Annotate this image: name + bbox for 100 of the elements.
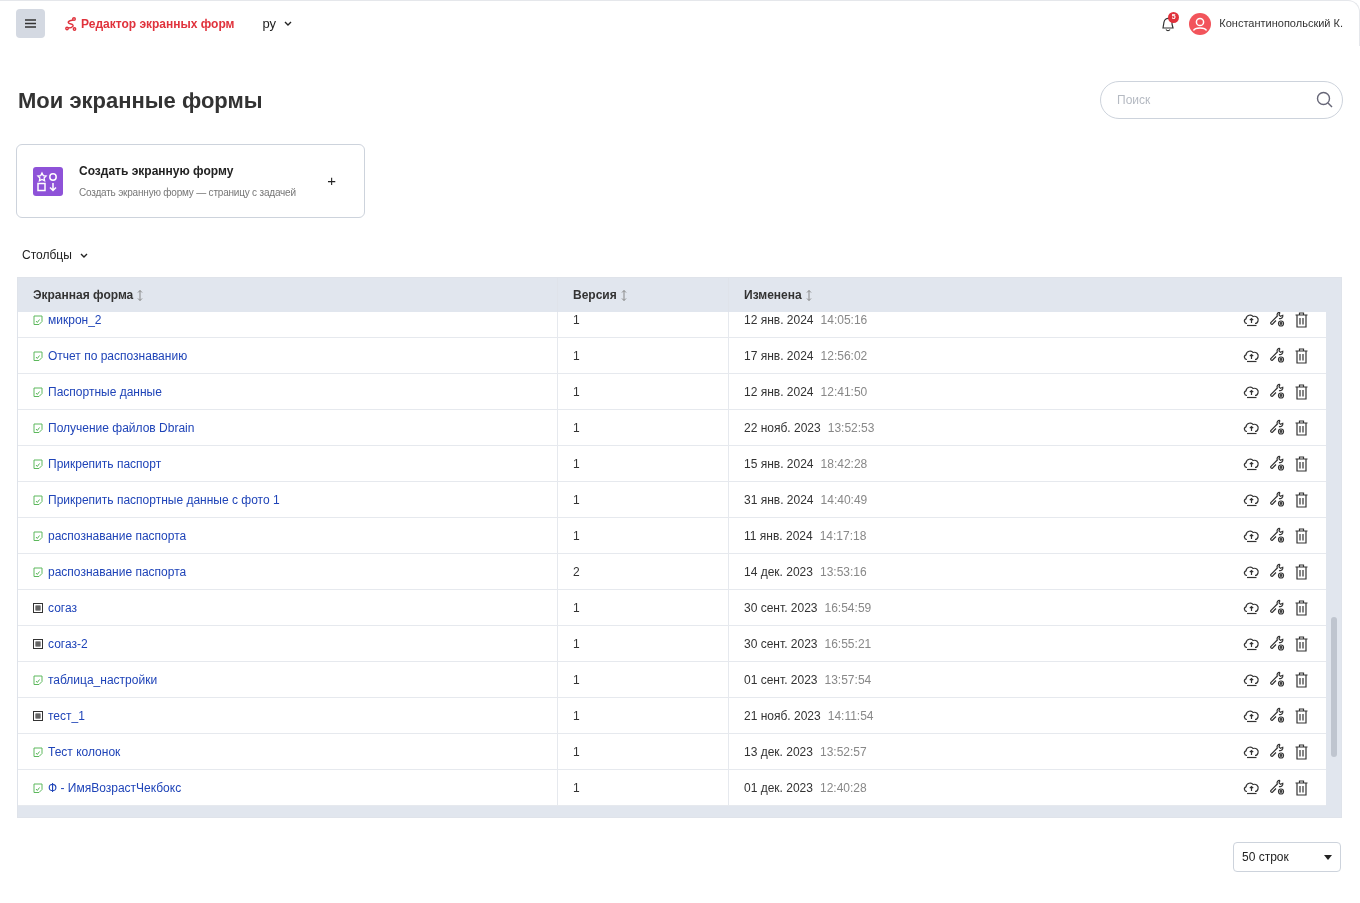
scrollbar-thumb[interactable]	[1331, 617, 1337, 757]
shapes-icon	[33, 166, 63, 196]
form-name-link[interactable]: согаз	[48, 598, 77, 617]
form-name-link[interactable]: таблица_настройки	[48, 670, 158, 689]
cloud-upload-icon[interactable]	[1243, 312, 1260, 327]
cloud-upload-icon[interactable]	[1243, 672, 1260, 687]
version-cell-text: 1	[573, 419, 580, 437]
trash-icon[interactable]	[1295, 491, 1308, 508]
date-text: 12 янв. 2024	[744, 383, 814, 401]
cloud-upload-icon[interactable]	[1243, 600, 1260, 615]
app-title-link[interactable]: Редактор экранных форм	[81, 14, 235, 33]
create-form-card[interactable]: Создать экранную форму Создать экранную форму — страницу с задачей +	[16, 144, 365, 218]
trash-icon[interactable]	[1295, 599, 1308, 616]
form-name-link[interactable]: Отчет по распознаванию	[48, 346, 188, 365]
trash-icon[interactable]	[1295, 312, 1308, 328]
version-cell-text: 1	[573, 743, 580, 761]
form-name-link[interactable]: Паспортные данные	[48, 382, 162, 401]
trash-icon[interactable]	[1295, 671, 1308, 688]
cloud-upload-icon[interactable]	[1243, 528, 1260, 543]
cloud-upload-icon[interactable]	[1243, 564, 1260, 579]
language-dropdown[interactable]: ру	[262, 13, 293, 34]
rows-per-page-dropdown[interactable]: 50 строк	[1233, 842, 1341, 872]
trash-icon[interactable]	[1295, 419, 1308, 436]
date-text: 21 нояб. 2023	[744, 707, 821, 725]
add-button[interactable]: +	[327, 169, 336, 193]
version-cell-text: 1	[573, 527, 580, 545]
trash-icon[interactable]	[1295, 635, 1308, 652]
wrench-gear-icon[interactable]	[1269, 779, 1286, 796]
cloud-upload-icon[interactable]	[1243, 420, 1260, 435]
wrench-gear-icon[interactable]	[1269, 491, 1286, 508]
date-text: 11 янв. 2024	[744, 527, 813, 545]
form-icon	[33, 782, 43, 793]
columns-dropdown[interactable]: Столбцы	[22, 246, 88, 264]
caret-down-icon	[1324, 854, 1332, 860]
wrench-gear-icon[interactable]	[1269, 383, 1286, 400]
form-icon	[33, 566, 43, 577]
trash-icon[interactable]	[1295, 383, 1308, 400]
form-name-link[interactable]: согаз-2	[48, 634, 88, 653]
date-text: 13 дек. 2023	[744, 743, 813, 761]
trash-icon[interactable]	[1295, 455, 1308, 472]
wrench-gear-icon[interactable]	[1269, 671, 1286, 688]
time-text: 12:56:02	[820, 347, 868, 365]
table-icon	[33, 602, 43, 613]
form-name-link[interactable]: Тест колонок	[48, 742, 121, 761]
form-icon	[33, 386, 43, 397]
version-cell-text: 1	[573, 455, 580, 473]
cloud-upload-icon[interactable]	[1243, 492, 1260, 507]
wrench-gear-icon[interactable]	[1269, 599, 1286, 616]
wrench-gear-icon[interactable]	[1269, 743, 1286, 760]
wrench-gear-icon[interactable]	[1269, 419, 1286, 436]
wrench-gear-icon[interactable]	[1269, 455, 1286, 472]
time-text: 16:55:21	[824, 635, 872, 653]
form-name-link[interactable]: Получение файлов Dbrain	[48, 418, 195, 437]
time-text: 14:11:54	[827, 707, 874, 725]
time-text: 14:17:18	[819, 527, 867, 545]
column-header[interactable]: Версия	[573, 286, 617, 304]
wrench-gear-icon[interactable]	[1269, 563, 1286, 580]
version-cell-text: 2	[573, 563, 580, 581]
menu-button[interactable]	[16, 9, 45, 38]
trash-icon[interactable]	[1295, 563, 1308, 580]
column-header[interactable]: Экранная форма	[33, 286, 134, 304]
version-cell: 1	[573, 312, 580, 329]
version-cell-text: 1	[573, 635, 580, 653]
cloud-upload-icon[interactable]	[1243, 636, 1260, 651]
form-name-link[interactable]: микрон_2	[48, 312, 102, 329]
trash-icon[interactable]	[1295, 743, 1308, 760]
cloud-upload-icon[interactable]	[1243, 384, 1260, 399]
date-text: 01 дек. 2023	[744, 779, 813, 797]
column-header[interactable]: Изменена	[744, 286, 802, 304]
time-text: 18:42:28	[820, 455, 868, 473]
user-avatar[interactable]	[1189, 12, 1212, 35]
form-icon	[33, 746, 43, 757]
form-name-link[interactable]: Прикрепить паспорт	[48, 454, 162, 473]
trash-icon[interactable]	[1295, 779, 1308, 796]
wrench-gear-icon[interactable]	[1269, 527, 1286, 544]
time-text: 14:05:16	[820, 312, 868, 329]
form-name-link[interactable]: Ф - ИмяВозрастЧекбокс	[48, 778, 182, 797]
search-field[interactable]: Поиск	[1100, 81, 1343, 119]
card-subtitle: Создать экранную форму — страницу с задачей	[79, 186, 297, 200]
menu-icon	[25, 19, 36, 28]
cloud-upload-icon[interactable]	[1243, 456, 1260, 471]
table-icon	[33, 638, 43, 649]
form-name-link[interactable]: Прикрепить паспортные данные с фото 1	[48, 490, 280, 509]
trash-icon[interactable]	[1295, 347, 1308, 364]
user-name[interactable]: Константинопольский К.	[1219, 15, 1343, 32]
wrench-gear-icon[interactable]	[1269, 347, 1286, 364]
trash-icon[interactable]	[1295, 527, 1308, 544]
cloud-upload-icon[interactable]	[1243, 780, 1260, 795]
wrench-gear-icon[interactable]	[1269, 635, 1286, 652]
cloud-upload-icon[interactable]	[1243, 708, 1260, 723]
form-name-link[interactable]: тест_1	[48, 706, 85, 725]
wrench-gear-icon[interactable]	[1269, 707, 1286, 724]
wrench-gear-icon[interactable]	[1269, 312, 1286, 328]
date-text: 17 янв. 2024	[744, 347, 814, 365]
form-name-link[interactable]: распознавание паспорта	[48, 526, 187, 545]
cloud-upload-icon[interactable]	[1243, 744, 1260, 759]
trash-icon[interactable]	[1295, 707, 1308, 724]
cloud-upload-icon[interactable]	[1243, 348, 1260, 363]
form-name-link[interactable]: распознавание паспорта	[48, 562, 187, 581]
form-icon	[33, 314, 43, 325]
